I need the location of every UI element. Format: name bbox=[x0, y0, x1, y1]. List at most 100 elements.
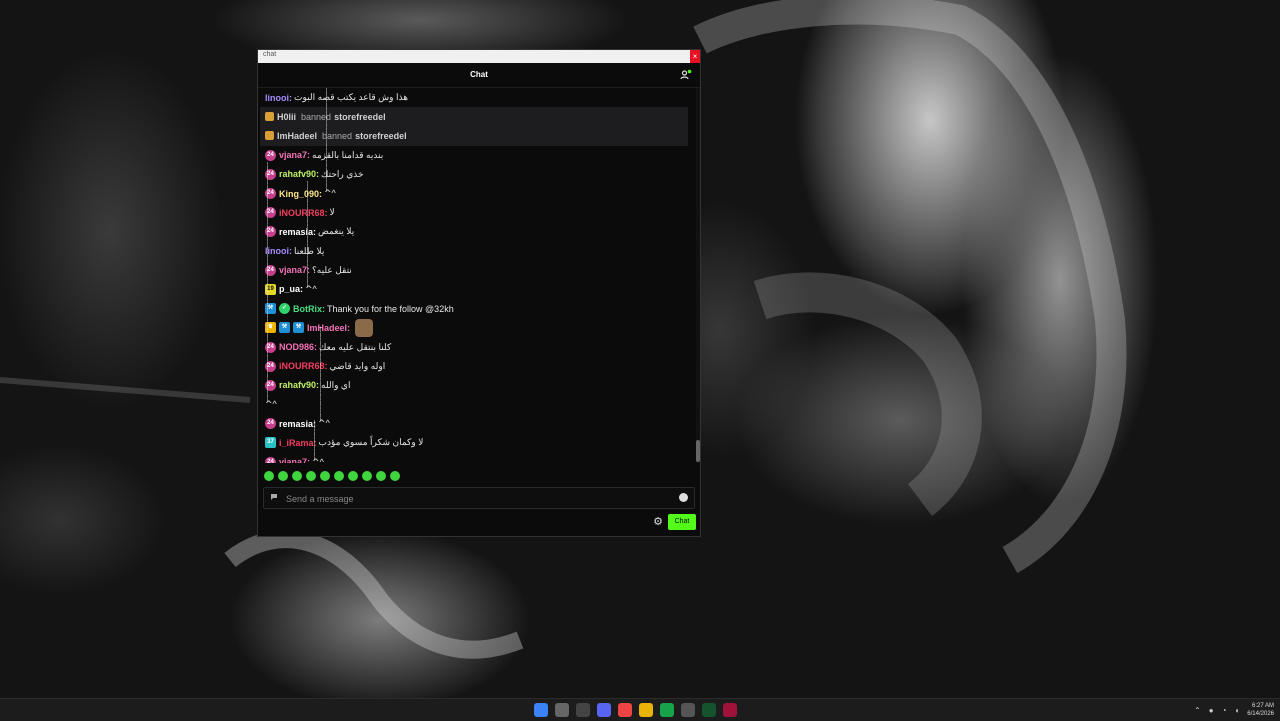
chat-message-text: ^ٰٰٰٰٰٰٰٰٰٰٰٰٰٰٰٰٰٰٰٰٰٰٰٰٰٰٰٰٰٰٰٰٰ^ bbox=[318, 418, 330, 429]
subscriber-badge[interactable]: 24 bbox=[265, 226, 276, 238]
chat-message-text: اوله وايد قاضي bbox=[329, 360, 386, 371]
chat-message: 24 iNOURR68: اوله وايد قاضي bbox=[258, 357, 694, 376]
chat-message-list[interactable]: linooi: هذا وش قاعد يكتب قصه البوت H0lii b… bbox=[258, 88, 694, 463]
chat-message-text: ^ٰٰٰٰٰٰٰٰٰٰٰٰٰٰٰٰٰٰٰٰٰٰٰٰٰٰٰٰٰٰٰٰٰٰٰٰٰٰٰ… bbox=[324, 188, 336, 199]
subscriber-badge[interactable]: 37 bbox=[265, 437, 276, 449]
chat-username[interactable]: BotRix: bbox=[293, 304, 325, 314]
subscriber-badge[interactable]: 24 bbox=[265, 149, 276, 161]
chat-username[interactable]: iNOURR68: bbox=[279, 208, 328, 218]
chat-username[interactable]: ImHadeel: bbox=[307, 323, 350, 333]
chat-message: 19 p_ua: ^ٰٰٰٰٰٰٰٰٰٰٰٰٰٰٰٰٰٰٰٰٰٰٰٰٰٰٰٰٰٰٰ… bbox=[258, 280, 694, 299]
subscriber-badge[interactable]: 24 bbox=[265, 379, 276, 391]
chat-username[interactable]: remasia: bbox=[279, 419, 316, 429]
message-input-box bbox=[263, 487, 695, 509]
emote-icon[interactable] bbox=[362, 471, 372, 481]
chat-username[interactable]: NOD986: bbox=[279, 342, 317, 352]
gear-icon[interactable]: ⚙ bbox=[652, 516, 664, 528]
chat-username[interactable]: vjana7: bbox=[279, 457, 310, 463]
app-icon[interactable] bbox=[681, 703, 695, 717]
chat-message-text: اي والله bbox=[321, 379, 351, 390]
chat-username[interactable]: rahafv90: bbox=[279, 380, 319, 390]
clock[interactable]: 6:27 AM 6/14/2026 bbox=[1247, 702, 1274, 718]
windows-start-icon[interactable] bbox=[534, 703, 548, 717]
moderator-badge-icon[interactable]: ⚒ bbox=[265, 303, 276, 315]
chat-username[interactable]: i_iRama: bbox=[279, 438, 317, 448]
chat-message: 24 NOD986: كلنا بنتقل عليه معك bbox=[258, 337, 694, 356]
subscriber-badge[interactable]: 24 bbox=[265, 360, 276, 372]
message-input[interactable] bbox=[284, 491, 648, 506]
moderator-name[interactable]: H0lii bbox=[277, 112, 296, 122]
chat-username[interactable]: vjana7: bbox=[279, 150, 310, 160]
emote-icon[interactable] bbox=[292, 471, 302, 481]
subscriber-badge[interactable]: 24 bbox=[265, 456, 276, 463]
subscriber-badge[interactable]: 19 bbox=[265, 283, 276, 295]
emote-icon[interactable] bbox=[278, 471, 288, 481]
chat-username[interactable]: linooi: bbox=[265, 246, 292, 256]
volume-icon[interactable]: ◖ bbox=[1234, 706, 1239, 715]
chat-message: linooi: هذا وش قاعد يكتب قصه البوت bbox=[258, 88, 694, 107]
mic-icon[interactable]: ● bbox=[1209, 706, 1214, 715]
emote-icon[interactable] bbox=[306, 471, 316, 481]
file-explorer-icon[interactable] bbox=[639, 703, 653, 717]
cat-emote-icon bbox=[355, 318, 374, 337]
chat-username[interactable]: iNOURR68: bbox=[279, 361, 328, 371]
system-tray: ⌃ ● ◔ ◖ 6:27 AM 6/14/2026 bbox=[1194, 699, 1280, 721]
chat-message: 24 remasia: ^ٰٰٰٰٰٰٰٰٰٰٰٰٰٰٰٰٰٰٰٰٰٰٰٰٰٰٰٰ… bbox=[258, 414, 694, 433]
subscriber-badge[interactable]: 24 bbox=[265, 418, 276, 430]
chevron-up-icon[interactable]: ⌃ bbox=[1194, 706, 1201, 715]
app-icon[interactable] bbox=[660, 703, 674, 717]
close-button[interactable]: × bbox=[690, 50, 700, 63]
subscriber-badge[interactable]: 24 bbox=[265, 188, 276, 200]
banned-user-name[interactable]: storefreedel bbox=[355, 131, 407, 141]
discord-icon[interactable] bbox=[597, 703, 611, 717]
chat-message: 37 i_iRama: لا وكمان شكراً مسوي مؤدب bbox=[258, 433, 694, 452]
task-view-icon[interactable] bbox=[576, 703, 590, 717]
emote-icon[interactable] bbox=[376, 471, 386, 481]
chat-username[interactable]: linooi: bbox=[265, 93, 292, 103]
chat-username[interactable]: vjana7: bbox=[279, 265, 310, 275]
chat-username[interactable]: rahafv90: bbox=[279, 169, 319, 179]
emote-icon[interactable] bbox=[320, 471, 330, 481]
chat-bubble-icon bbox=[271, 494, 277, 500]
moderator-name[interactable]: ImHadeel bbox=[277, 131, 317, 141]
subscriber-badge[interactable]: 24 bbox=[265, 168, 276, 180]
chat-username[interactable]: King_090: bbox=[279, 189, 322, 199]
moderator-badge-icon[interactable]: ⚒ bbox=[279, 322, 290, 334]
emote-icon[interactable] bbox=[390, 471, 400, 481]
users-icon[interactable] bbox=[680, 69, 692, 81]
chat-message-text: كلنا بنتقل عليه معك bbox=[319, 341, 392, 352]
moderator-badge-icon[interactable]: ⚒ bbox=[293, 322, 304, 334]
subscriber-badge[interactable]: 24 bbox=[265, 341, 276, 353]
search-icon[interactable] bbox=[555, 703, 569, 717]
emote-quick-bar bbox=[264, 471, 400, 481]
send-button[interactable]: Chat bbox=[668, 514, 696, 530]
chat-username[interactable]: p_ua: bbox=[279, 284, 303, 294]
chat-message-text: يلا طلعنا bbox=[294, 245, 325, 256]
brave-icon[interactable] bbox=[618, 703, 632, 717]
chat-message: 24 vjana7: بنديه قدامنا بالقزمه bbox=[258, 146, 694, 165]
emoji-icon[interactable] bbox=[679, 493, 688, 502]
wifi-icon[interactable]: ◔ bbox=[1222, 706, 1227, 715]
mod-action-row: ImHadeel banned storefreedel bbox=[260, 126, 688, 146]
chat-message: 24 iNOURR68: لا bbox=[258, 203, 694, 222]
chat-message: 24 King_090: ^ٰٰٰٰٰٰٰٰٰٰٰٰٰٰٰٰٰٰٰٰٰٰٰٰٰٰٰ… bbox=[258, 184, 694, 203]
crown-icon[interactable]: ♛ bbox=[265, 322, 276, 334]
window-title: chat bbox=[263, 51, 277, 58]
scrollbar-thumb[interactable] bbox=[696, 440, 700, 462]
chat-message-text: Thank you for the follow @32kh bbox=[327, 303, 454, 314]
verified-badge-icon[interactable]: ✓ bbox=[279, 303, 290, 315]
emote-icon[interactable] bbox=[334, 471, 344, 481]
terminal-icon[interactable] bbox=[702, 703, 716, 717]
subscriber-badge[interactable]: 24 bbox=[265, 207, 276, 219]
emote-icon[interactable] bbox=[348, 471, 358, 481]
scrollbar[interactable] bbox=[696, 88, 700, 463]
banned-user-name[interactable]: storefreedel bbox=[334, 112, 386, 122]
chat-message: ^ٰٰٰٰٰٰٰٰٰٰٰٰٰٰٰٰٰٰٰٰٰٰٰٰٰٰٰٰٰٰٰٰٰٰٰٰٰٰٰ… bbox=[258, 395, 694, 414]
subscriber-badge[interactable]: 24 bbox=[265, 264, 276, 276]
chat-username[interactable]: remasia: bbox=[279, 227, 316, 237]
chat-message-text: لا وكمان شكراً مسوي مؤدب bbox=[318, 437, 424, 448]
obs-icon[interactable] bbox=[723, 703, 737, 717]
chat-title: Chat bbox=[470, 70, 488, 79]
emote-icon[interactable] bbox=[264, 471, 274, 481]
window-titlebar[interactable]: chat × bbox=[258, 50, 700, 63]
